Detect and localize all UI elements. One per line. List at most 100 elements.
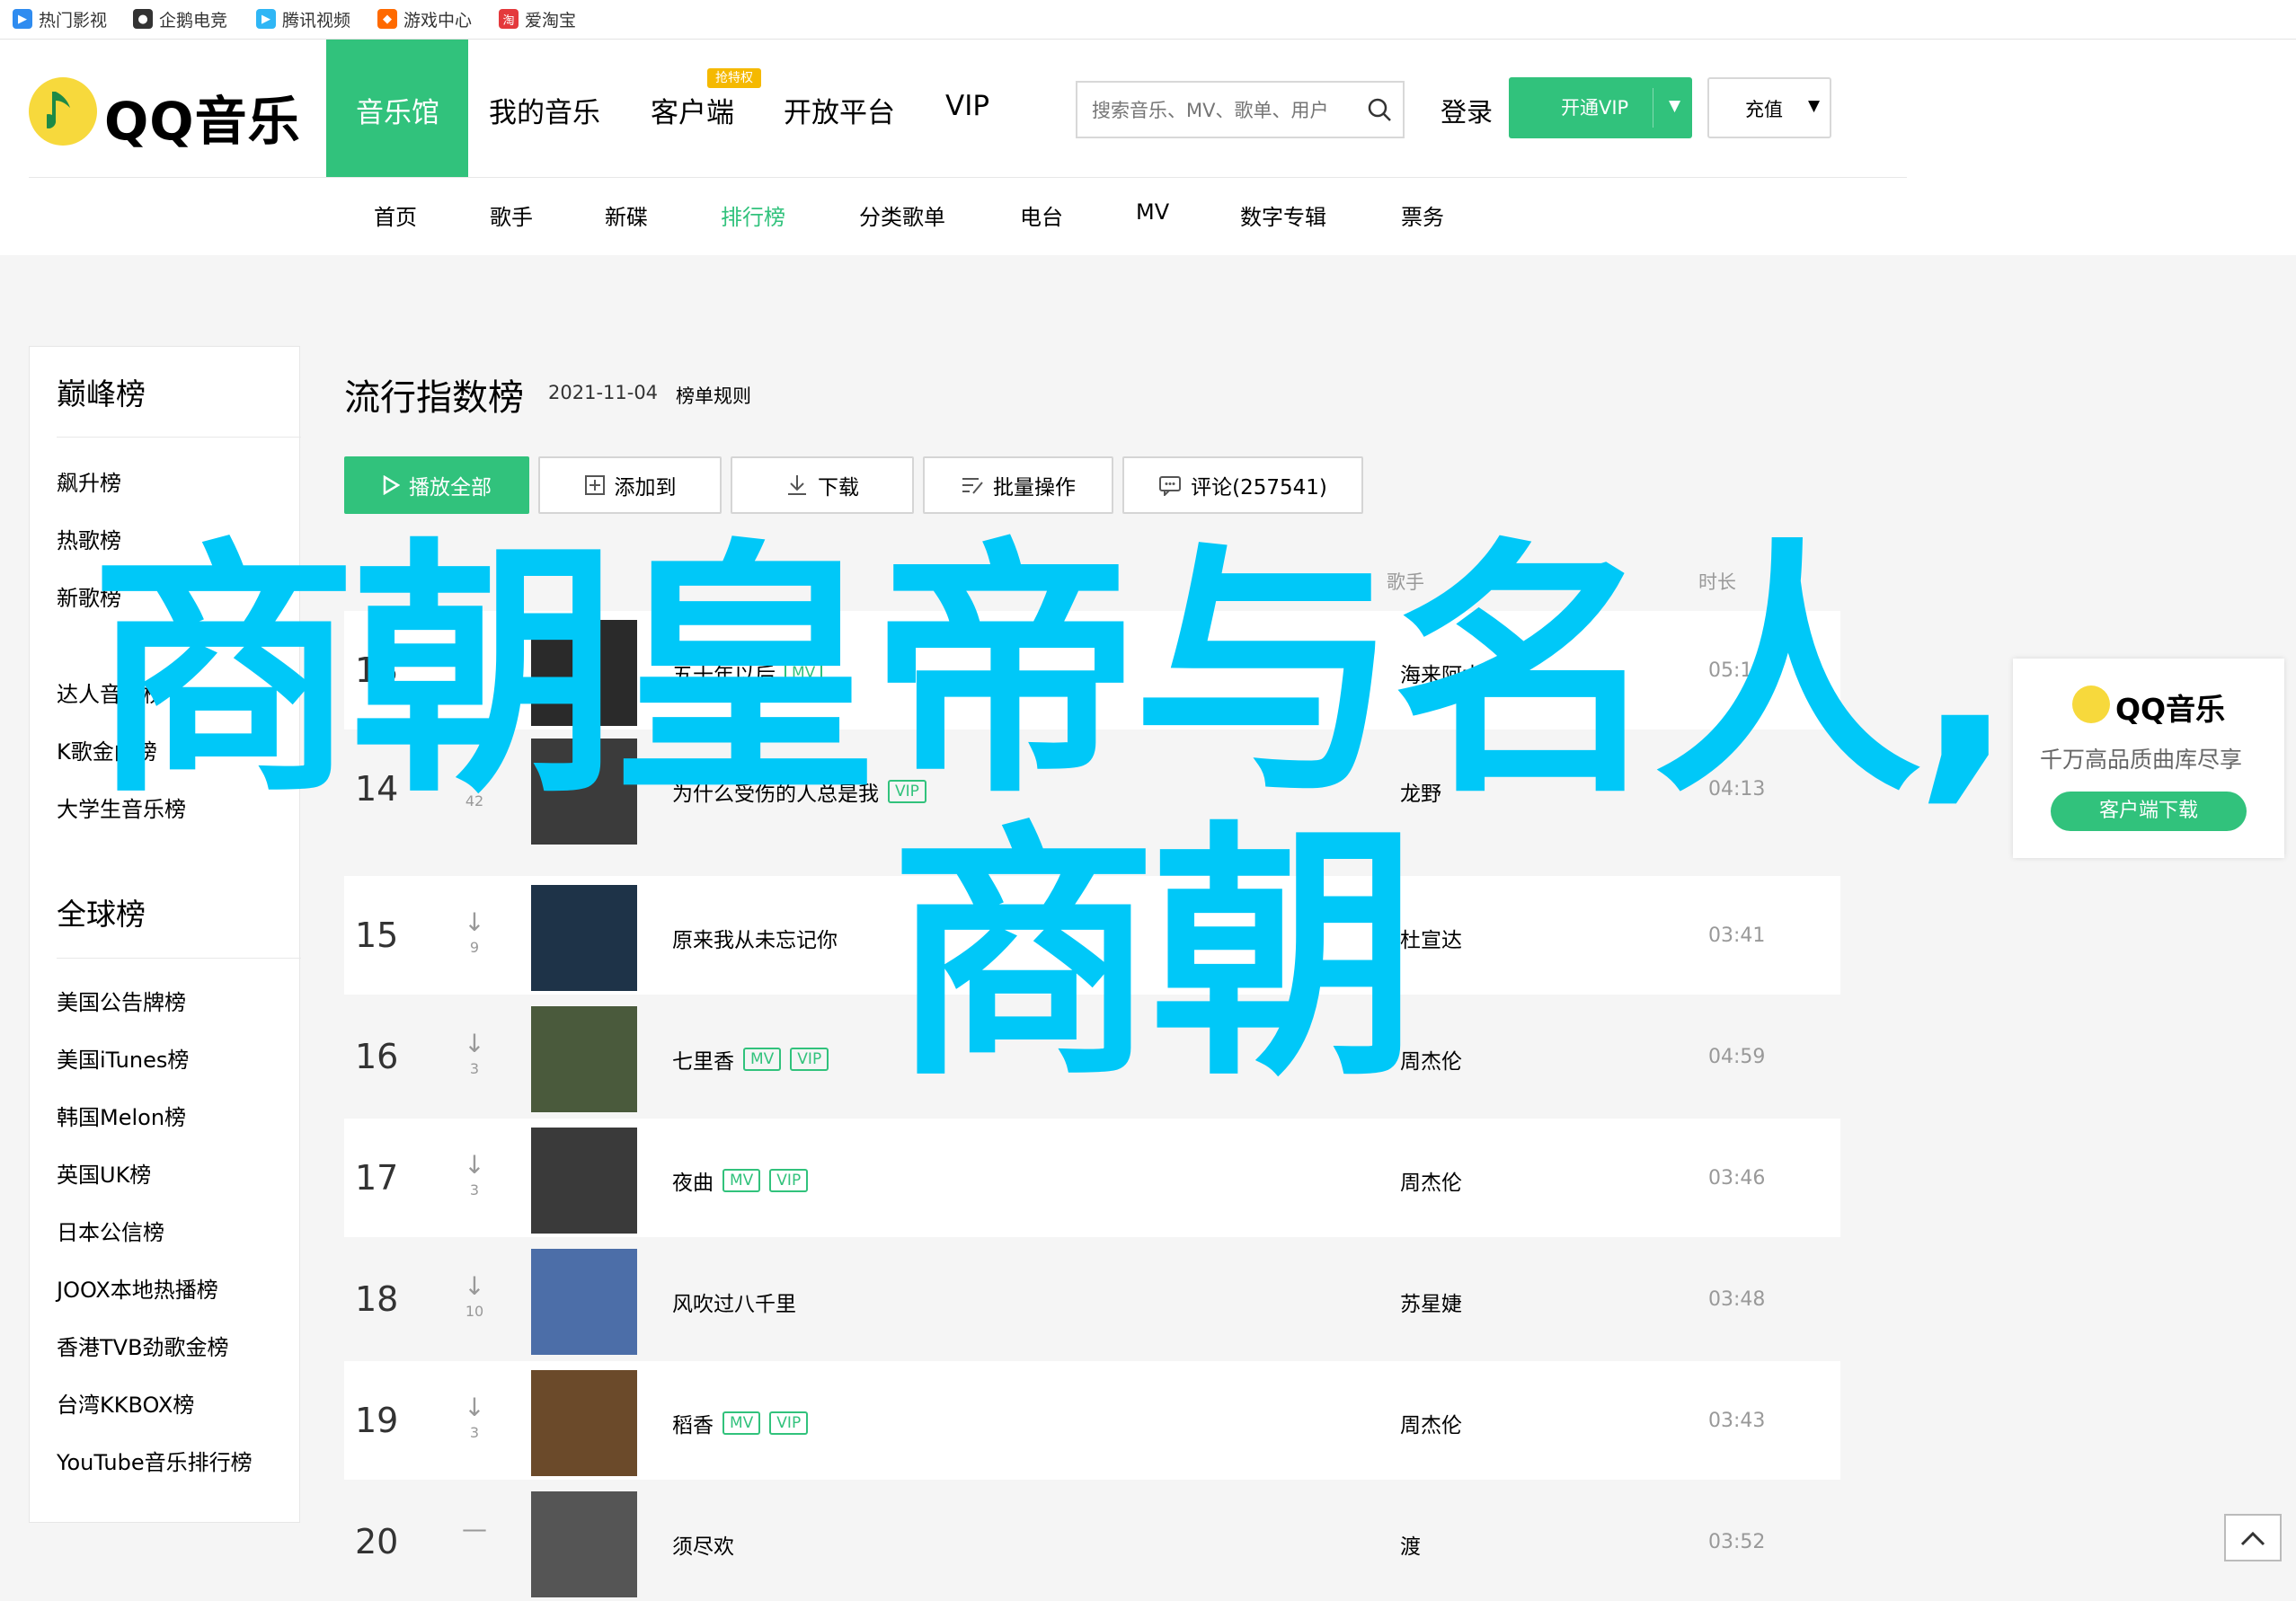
song-title-text[interactable]: 稻香 <box>672 1408 714 1438</box>
album-cover[interactable] <box>531 1370 637 1476</box>
batch-operation-button[interactable]: 批量操作 <box>923 456 1113 514</box>
open-vip-button[interactable]: 开通VIP ▼ <box>1509 77 1692 138</box>
bookmark-tencent-video[interactable]: ▶ 腾讯视频 <box>256 7 350 31</box>
trend-arrow-icon: — <box>462 1514 487 1544</box>
sidebar-item-itunes[interactable]: 美国iTunes榜 <box>57 1042 189 1074</box>
search-input[interactable] <box>1090 95 1363 126</box>
song-title[interactable]: 夜曲 MV VIP <box>672 1165 809 1196</box>
song-title-text[interactable]: 风吹过八千里 <box>672 1287 796 1317</box>
subnav-new-albums[interactable]: 新碟 <box>605 199 648 231</box>
bookmark-hot-movies[interactable]: ▶ 热门影视 <box>13 7 107 31</box>
table-row[interactable]: 18 ↓ 10 风吹过八千里 苏星婕 03:48 <box>344 1240 1840 1358</box>
sidebar-global-title: 全球榜 <box>57 897 146 932</box>
nav-music-hall[interactable]: 音乐馆 <box>356 90 439 130</box>
client-download-ad: QQ音乐 千万高品质曲库尽享 客户端下载 <box>2013 659 2284 858</box>
table-row[interactable]: 19 ↓ 3 稻香 MV VIP 周杰伦 03:43 <box>344 1361 1840 1480</box>
song-rank: 16 <box>355 1037 399 1076</box>
song-title-text[interactable]: 须尽欢 <box>672 1529 734 1560</box>
trend-arrow-icon: ↓ <box>464 1150 485 1180</box>
sidebar-item-kkbox[interactable]: 台湾KKBOX榜 <box>57 1387 194 1419</box>
song-duration: 03:48 <box>1708 1288 1766 1311</box>
rank-change: 3 <box>469 1181 480 1199</box>
mv-badge[interactable]: MV <box>722 1169 761 1192</box>
overlay-subheadline: 商朝 <box>890 800 1418 1112</box>
chart-rules-link[interactable]: 榜单规则 <box>676 382 751 409</box>
bookmark-aitaobao[interactable]: 淘爱淘宝 <box>499 7 576 31</box>
caret-down-icon[interactable]: ▼ <box>1669 97 1680 115</box>
mv-badge[interactable]: MV <box>743 1048 782 1071</box>
client-download-button[interactable]: 客户端下载 <box>2051 792 2247 831</box>
bookmark-egame[interactable]: ● 企鹅电竞 <box>133 7 227 31</box>
sidebar-item-uk[interactable]: 英国UK榜 <box>57 1157 151 1189</box>
nav-my-music[interactable]: 我的音乐 <box>489 90 600 130</box>
recharge-button[interactable]: 充值 ▼ <box>1707 77 1831 138</box>
singer-name[interactable]: 周杰伦 <box>1400 1408 1462 1438</box>
song-title[interactable]: 风吹过八千里 <box>672 1287 796 1317</box>
download-icon <box>788 475 806 495</box>
singer-name[interactable]: 周杰伦 <box>1400 1165 1462 1196</box>
singer-name[interactable]: 苏星婕 <box>1400 1287 1462 1317</box>
song-duration: 03:43 <box>1708 1410 1766 1432</box>
nav-open-platform[interactable]: 开放平台 <box>784 90 895 130</box>
add-to-button[interactable]: 添加到 <box>538 456 722 514</box>
add-icon <box>584 475 605 495</box>
song-title-text[interactable]: 原来我从未忘记你 <box>672 923 838 953</box>
table-row[interactable]: 20 — 须尽欢 渡 03:52 <box>344 1482 1840 1601</box>
rank-trend: ↓ 9 <box>461 907 488 957</box>
subnav-home[interactable]: 首页 <box>374 199 417 231</box>
song-title-text[interactable]: 夜曲 <box>672 1165 714 1196</box>
song-title[interactable]: 七里香 MV VIP <box>672 1044 829 1075</box>
album-cover[interactable] <box>531 885 637 991</box>
sidebar-item-joox[interactable]: JOOX本地热播榜 <box>57 1272 218 1304</box>
song-title[interactable]: 须尽欢 <box>672 1529 734 1560</box>
music-note-icon <box>47 92 70 128</box>
sidebar-item-youtube[interactable]: YouTube音乐排行榜 <box>57 1445 253 1476</box>
play-icon <box>383 475 400 495</box>
login-link[interactable]: 登录 <box>1441 92 1493 129</box>
bookmark-game-center[interactable]: ◆ 游戏中心 <box>377 7 472 31</box>
download-button[interactable]: 下载 <box>731 456 914 514</box>
song-duration: 04:59 <box>1708 1046 1766 1068</box>
search-icon[interactable] <box>1367 97 1392 122</box>
sidebar-item-rising[interactable]: 飙升榜 <box>57 465 121 497</box>
play-all-button[interactable]: 播放全部 <box>344 456 529 514</box>
rank-change: 3 <box>469 1424 480 1441</box>
trend-arrow-icon: ↓ <box>464 907 485 937</box>
table-row[interactable]: 17 ↓ 3 夜曲 MV VIP 周杰伦 03:46 <box>344 1119 1840 1237</box>
divider <box>57 958 301 959</box>
sidebar-item-oricon[interactable]: 日本公信榜 <box>57 1215 164 1246</box>
song-title[interactable]: 原来我从未忘记你 <box>672 923 838 953</box>
sidebar-item-billboard[interactable]: 美国公告牌榜 <box>57 985 186 1016</box>
search-box[interactable] <box>1076 81 1405 138</box>
album-cover[interactable] <box>531 1491 637 1597</box>
singer-name[interactable]: 渡 <box>1400 1529 1421 1560</box>
song-rank: 20 <box>355 1522 399 1561</box>
comments-button[interactable]: 评论(257541) <box>1122 456 1363 514</box>
album-cover[interactable] <box>531 1128 637 1234</box>
caret-down-icon[interactable]: ▼ <box>1808 97 1820 115</box>
subnav-tickets[interactable]: 票务 <box>1401 199 1444 231</box>
song-rank: 19 <box>355 1401 399 1440</box>
nav-client[interactable]: 客户端 <box>651 90 734 130</box>
album-cover[interactable] <box>531 1249 637 1355</box>
subnav-singers[interactable]: 歌手 <box>490 199 533 231</box>
album-cover[interactable] <box>531 1006 637 1112</box>
song-title-text[interactable]: 七里香 <box>672 1044 734 1075</box>
film-icon: ▶ <box>13 9 32 29</box>
song-title[interactable]: 稻香 MV VIP <box>672 1408 809 1438</box>
mv-badge[interactable]: MV <box>722 1411 761 1435</box>
qq-music-logo-icon <box>2072 686 2110 723</box>
subnav-charts[interactable]: 排行榜 <box>721 199 785 231</box>
song-rank: 15 <box>355 915 399 955</box>
sidebar-item-tvb[interactable]: 香港TVB劲歌金榜 <box>57 1330 229 1361</box>
sidebar-item-melon[interactable]: 韩国Melon榜 <box>57 1100 186 1131</box>
subnav-mv[interactable]: MV <box>1136 199 1169 225</box>
song-duration: 03:52 <box>1708 1531 1766 1553</box>
subnav-playlists[interactable]: 分类歌单 <box>859 199 945 231</box>
privilege-tag: 抢特权 <box>707 68 761 88</box>
logo-text[interactable]: QQ音乐 <box>104 79 301 155</box>
subnav-radio[interactable]: 电台 <box>1020 199 1063 231</box>
back-to-top-button[interactable] <box>2224 1514 2282 1561</box>
nav-vip[interactable]: VIP <box>945 90 989 122</box>
subnav-digital-albums[interactable]: 数字专辑 <box>1240 199 1326 231</box>
